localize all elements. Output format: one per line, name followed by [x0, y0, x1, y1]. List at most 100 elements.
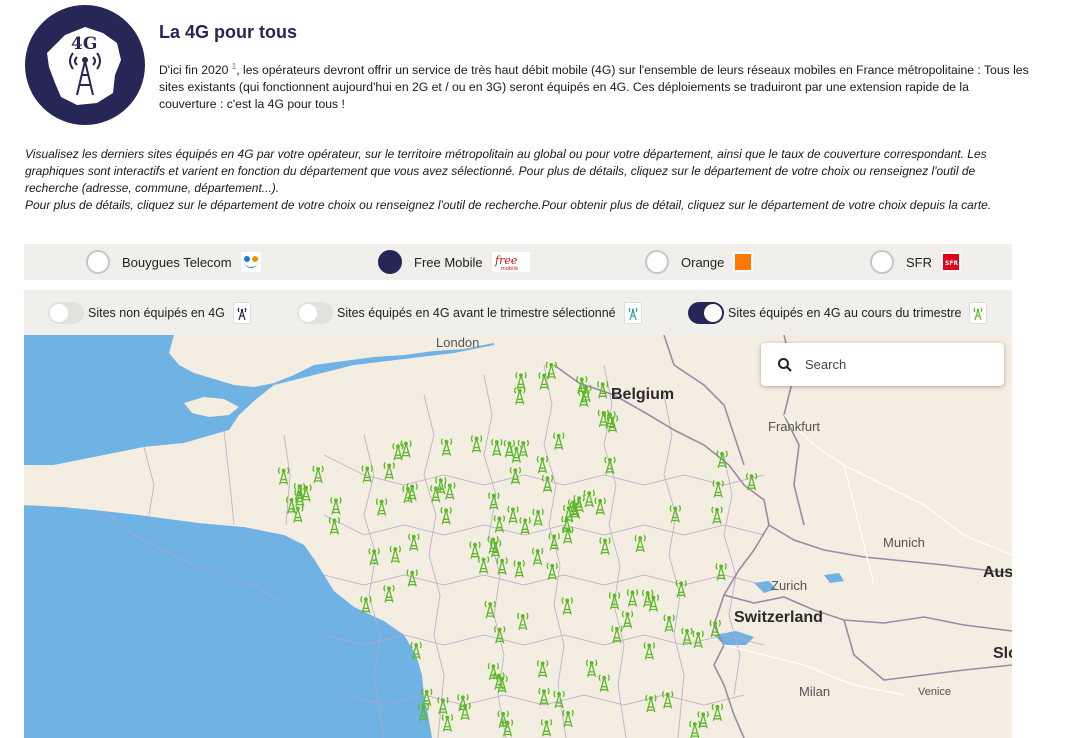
- antenna-marker-icon[interactable]: [548, 532, 560, 551]
- antenna-marker-icon[interactable]: [546, 562, 558, 580]
- antenna-marker-icon[interactable]: [515, 371, 527, 390]
- antenna-marker-icon[interactable]: [328, 517, 341, 535]
- antenna-marker-icon[interactable]: [517, 439, 529, 458]
- antenna-marker-icon[interactable]: [599, 537, 611, 555]
- antenna-marker-icon[interactable]: [408, 533, 420, 551]
- toggle-equipped-during[interactable]: Sites équipés en 4G au cours du trimestr…: [688, 301, 988, 325]
- antenna-marker-icon[interactable]: [536, 660, 549, 678]
- operator-option-free[interactable]: Free Mobile free mobile: [378, 250, 532, 274]
- antenna-marker-icon[interactable]: [507, 506, 519, 524]
- antenna-marker-icon[interactable]: [662, 691, 674, 709]
- radio-button[interactable]: [870, 250, 894, 274]
- toggle-non-equipped[interactable]: Sites non équipés en 4G: [48, 301, 251, 325]
- antenna-marker-icon[interactable]: [437, 696, 449, 715]
- map-canvas[interactable]: London Belgium Frankfurt Munich Zurich S…: [24, 335, 1012, 738]
- antenna-marker-icon[interactable]: [417, 703, 430, 722]
- antenna-marker-icon[interactable]: [440, 438, 453, 456]
- antenna-marker-icon[interactable]: [553, 432, 565, 450]
- antenna-marker-icon[interactable]: [645, 694, 657, 713]
- antenna-marker-icon[interactable]: [553, 690, 565, 709]
- antenna-marker-icon[interactable]: [663, 614, 675, 633]
- antenna-marker-icon[interactable]: [540, 718, 553, 737]
- antenna-marker-icon[interactable]: [368, 547, 380, 566]
- antenna-marker-icon[interactable]: [514, 387, 526, 405]
- radio-button[interactable]: [86, 250, 110, 274]
- antenna-marker-icon[interactable]: [716, 450, 728, 469]
- toggle-switch[interactable]: [48, 302, 84, 324]
- antenna-marker-icon[interactable]: [647, 594, 660, 612]
- operator-option-sfr[interactable]: SFR SFR: [870, 250, 963, 274]
- antenna-marker-icon[interactable]: [484, 600, 496, 619]
- antenna-marker-icon[interactable]: [389, 545, 401, 564]
- antenna-marker-icon[interactable]: [643, 642, 655, 660]
- antenna-marker-icon[interactable]: [634, 534, 646, 553]
- antenna-marker-icon[interactable]: [509, 466, 522, 485]
- antenna-marker-icon[interactable]: [675, 579, 687, 598]
- antenna-marker-icon[interactable]: [536, 455, 549, 474]
- antenna-marker-icon[interactable]: [383, 584, 395, 603]
- antenna-marker-icon[interactable]: [457, 693, 469, 712]
- antenna-marker-icon[interactable]: [711, 506, 723, 524]
- antenna-marker-icon[interactable]: [545, 361, 557, 380]
- antenna-marker-icon[interactable]: [361, 465, 373, 483]
- antenna-marker-icon[interactable]: [410, 641, 422, 660]
- antenna-marker-icon[interactable]: [360, 595, 372, 614]
- operator-option-bouygues[interactable]: Bouygues Telecom: [86, 250, 263, 274]
- antenna-marker-icon[interactable]: [594, 497, 606, 515]
- antenna-marker-icon[interactable]: [711, 703, 724, 721]
- antenna-marker-icon[interactable]: [583, 489, 595, 508]
- antenna-marker-icon[interactable]: [532, 508, 544, 527]
- antenna-marker-icon[interactable]: [440, 506, 452, 525]
- antenna-marker-icon[interactable]: [491, 438, 503, 457]
- antenna-marker-icon[interactable]: [470, 435, 483, 453]
- antenna-marker-icon[interactable]: [669, 505, 681, 523]
- antenna-marker-icon[interactable]: [312, 465, 324, 484]
- antenna-marker-icon[interactable]: [745, 472, 758, 491]
- antenna-marker-icon[interactable]: [709, 619, 721, 638]
- antenna-marker-icon[interactable]: [496, 557, 508, 575]
- antenna-marker-icon[interactable]: [513, 560, 525, 578]
- antenna-marker-icon[interactable]: [430, 484, 442, 503]
- toggle-switch-on[interactable]: [688, 302, 724, 324]
- antenna-marker-icon[interactable]: [421, 688, 433, 706]
- antenna-marker-icon[interactable]: [444, 482, 456, 500]
- antenna-marker-icon[interactable]: [494, 626, 506, 644]
- antenna-marker-icon[interactable]: [477, 556, 490, 574]
- antenna-marker-icon[interactable]: [493, 515, 506, 533]
- antenna-marker-icon[interactable]: [626, 589, 639, 607]
- antenna-marker-icon[interactable]: [531, 547, 544, 566]
- antenna-marker-icon[interactable]: [277, 467, 290, 485]
- antenna-marker-icon[interactable]: [604, 456, 616, 475]
- antenna-marker-icon[interactable]: [375, 498, 388, 516]
- operator-option-orange[interactable]: Orange: [645, 250, 755, 274]
- antenna-marker-icon[interactable]: [598, 674, 610, 692]
- search-input[interactable]: [805, 357, 995, 372]
- antenna-marker-icon[interactable]: [561, 597, 573, 615]
- antenna-marker-icon[interactable]: [330, 497, 342, 515]
- antenna-marker-icon[interactable]: [692, 630, 704, 649]
- antenna-marker-icon[interactable]: [503, 439, 516, 458]
- antenna-marker-icon[interactable]: [469, 541, 481, 559]
- antenna-marker-icon[interactable]: [608, 592, 621, 610]
- toggle-switch[interactable]: [297, 302, 333, 324]
- antenna-marker-icon[interactable]: [621, 610, 634, 629]
- antenna-marker-icon[interactable]: [383, 462, 395, 480]
- antenna-marker-icon[interactable]: [519, 516, 531, 535]
- radio-button[interactable]: [645, 250, 669, 274]
- antenna-marker-icon[interactable]: [715, 562, 727, 581]
- antenna-marker-icon[interactable]: [712, 480, 724, 498]
- antenna-marker-icon[interactable]: [585, 659, 598, 678]
- antenna-marker-icon[interactable]: [597, 380, 609, 399]
- antenna-marker-icon[interactable]: [689, 720, 701, 738]
- antenna-marker-icon[interactable]: [538, 372, 550, 390]
- antenna-marker-icon[interactable]: [576, 375, 588, 394]
- toggle-equipped-before[interactable]: Sites équipés en 4G avant le trimestre s…: [297, 301, 642, 325]
- antenna-marker-icon[interactable]: [517, 612, 529, 631]
- antenna-marker-icon[interactable]: [562, 709, 574, 728]
- antenna-marker-icon[interactable]: [406, 569, 418, 587]
- radio-button-selected[interactable]: [378, 250, 402, 274]
- antenna-marker-icon[interactable]: [611, 625, 623, 643]
- antenna-marker-icon[interactable]: [681, 627, 693, 646]
- antenna-marker-icon[interactable]: [488, 492, 500, 510]
- antenna-marker-icon[interactable]: [541, 474, 554, 493]
